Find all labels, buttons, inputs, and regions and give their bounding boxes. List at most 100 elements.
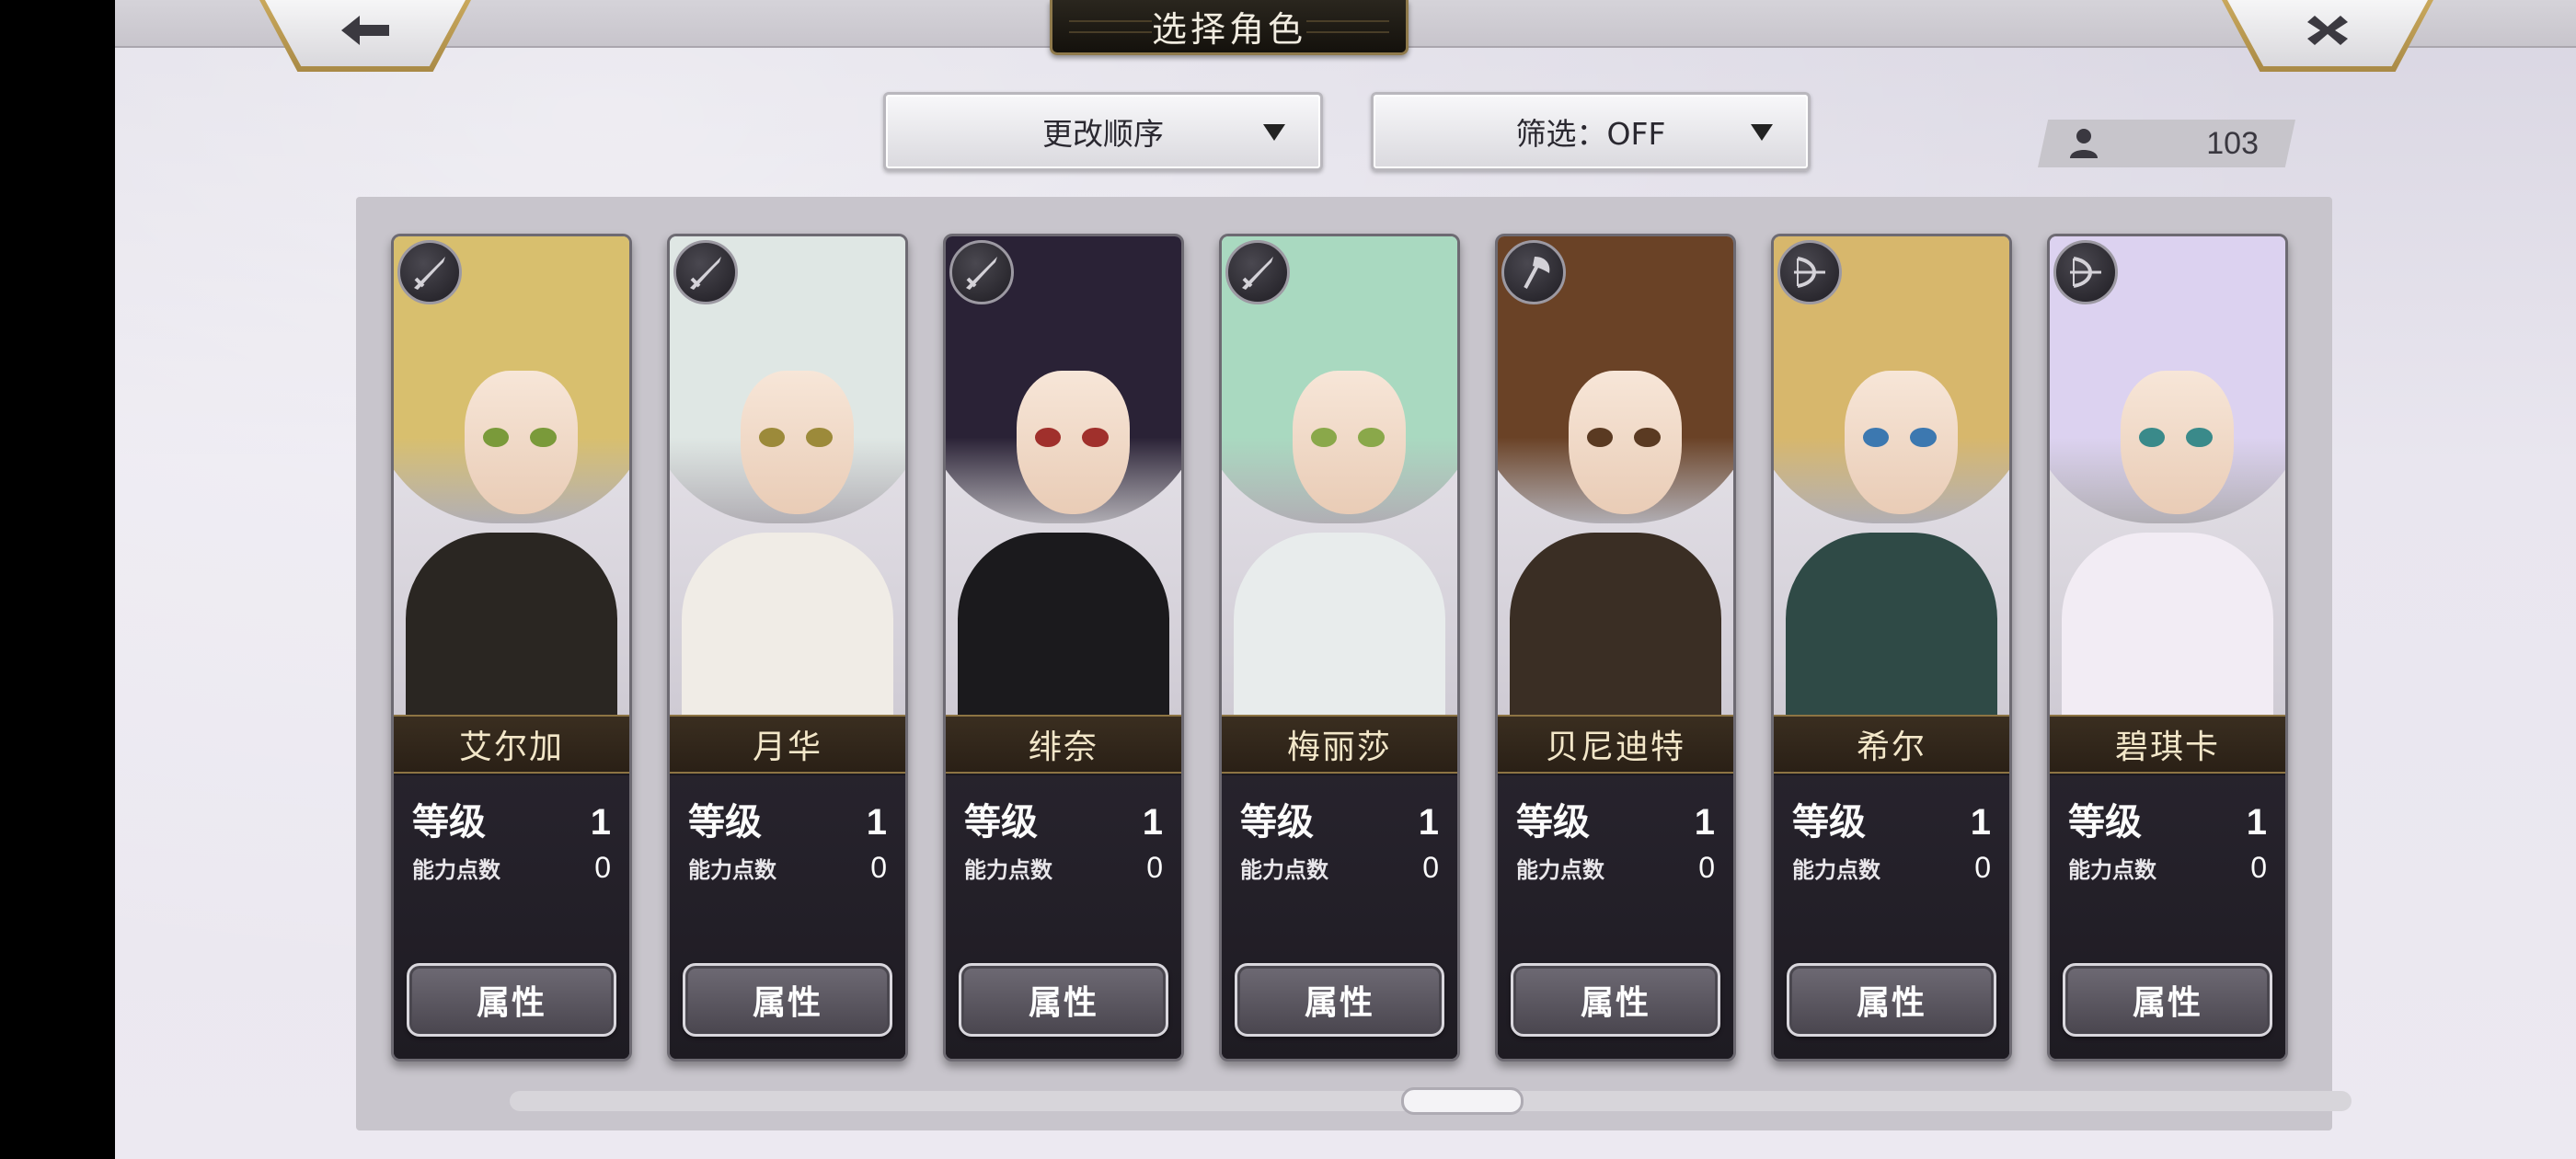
level-value: 1 (2246, 802, 2267, 843)
ability-points-label: 能力点数 (1516, 857, 1604, 883)
character-card[interactable]: 绯奈 等级 1 能力点数 0 属性 (943, 234, 1184, 1061)
back-button[interactable] (259, 0, 471, 72)
level-value: 1 (1418, 802, 1439, 843)
character-name: 贝尼迪特 (1545, 729, 1685, 766)
ability-points-value: 0 (1146, 851, 1163, 884)
attributes-button[interactable]: 属性 (683, 963, 892, 1037)
character-card[interactable]: 碧琪卡 等级 1 能力点数 0 属性 (2047, 234, 2288, 1061)
level-label: 等级 (412, 801, 486, 843)
attributes-button-label: 属性 (1304, 984, 1374, 1022)
attributes-button[interactable]: 属性 (1511, 963, 1720, 1037)
level-value: 1 (1970, 802, 1991, 843)
attributes-button[interactable]: 属性 (1787, 963, 1996, 1037)
character-name: 梅丽莎 (1286, 729, 1392, 766)
character-name: 艾尔加 (458, 729, 564, 766)
ability-points-value: 0 (2250, 851, 2267, 884)
title-plate: 选择角色 (1050, 0, 1409, 55)
character-portrait (670, 236, 905, 715)
stats-panel: 等级 1 能力点数 0 属性 (394, 775, 629, 1059)
stats-panel: 等级 1 能力点数 0 属性 (2050, 775, 2285, 1059)
ability-points-value: 0 (1422, 851, 1439, 884)
ability-points-label: 能力点数 (964, 857, 1052, 883)
stats-panel: 等级 1 能力点数 0 属性 (1498, 775, 1733, 1059)
attributes-button[interactable]: 属性 (1235, 963, 1444, 1037)
stats-panel: 等级 1 能力点数 0 属性 (1774, 775, 2009, 1059)
level-value: 1 (866, 802, 887, 843)
arrow-left-icon (341, 16, 389, 45)
character-list-panel: 艾尔加 等级 1 能力点数 0 属性 月华 等级 1 能力点数 0 属性 绯奈 … (356, 197, 2352, 1130)
scrollbar-thumb[interactable] (1401, 1087, 1524, 1115)
stats-panel: 等级 1 能力点数 0 属性 (946, 775, 1181, 1059)
axe-icon (1501, 240, 1566, 304)
character-portrait (1222, 236, 1457, 715)
ability-points-value: 0 (594, 851, 611, 884)
attributes-button-label: 属性 (1580, 984, 1650, 1022)
character-name: 希尔 (1856, 729, 1926, 766)
sort-dropdown[interactable]: 更改顺序 (883, 92, 1323, 171)
attributes-button-label: 属性 (476, 984, 546, 1022)
bow-icon (1777, 240, 1842, 304)
attributes-button[interactable]: 属性 (959, 963, 1168, 1037)
level-label: 等级 (2068, 801, 2142, 843)
character-card[interactable]: 希尔 等级 1 能力点数 0 属性 (1771, 234, 2012, 1061)
character-card[interactable]: 月华 等级 1 能力点数 0 属性 (667, 234, 908, 1061)
character-count-badge: 103 (2038, 120, 2295, 167)
level-label: 等级 (688, 801, 762, 843)
chevron-down-icon (1751, 124, 1773, 141)
attributes-button[interactable]: 属性 (2063, 963, 2272, 1037)
stats-panel: 等级 1 能力点数 0 属性 (1222, 775, 1457, 1059)
character-portrait (1774, 236, 2009, 715)
name-band: 梅丽莎 (1222, 715, 1457, 774)
attributes-button-label: 属性 (2132, 984, 2202, 1022)
level-value: 1 (1694, 802, 1715, 843)
level-label: 等级 (1240, 801, 1314, 843)
name-band: 希尔 (1774, 715, 2009, 774)
level-value: 1 (1142, 802, 1163, 843)
character-select-screen: 选择角色 更改顺序 筛选：OFF 103 艾尔加 等级 1 能力点数 0 属性 … (115, 0, 2576, 1159)
sword-icon (1225, 240, 1290, 304)
character-card[interactable]: 贝尼迪特 等级 1 能力点数 0 属性 (1495, 234, 1736, 1061)
person-icon (2070, 129, 2098, 158)
bow-icon (2053, 240, 2118, 304)
filter-dropdown[interactable]: 筛选：OFF (1371, 92, 1811, 171)
level-value: 1 (590, 802, 611, 843)
close-button[interactable] (2222, 0, 2433, 72)
chevron-down-icon (1263, 124, 1285, 141)
page-title: 选择角色 (1151, 9, 1306, 50)
ability-points-label: 能力点数 (688, 857, 776, 883)
name-band: 月华 (670, 715, 905, 774)
ability-points-value: 0 (1698, 851, 1715, 884)
close-icon (2307, 16, 2348, 45)
character-card[interactable]: 艾尔加 等级 1 能力点数 0 属性 (391, 234, 632, 1061)
character-portrait (946, 236, 1181, 715)
character-card[interactable]: 梅丽莎 等级 1 能力点数 0 属性 (1219, 234, 1460, 1061)
ability-points-label: 能力点数 (2068, 857, 2156, 883)
sword-icon (949, 240, 1014, 304)
character-portrait (1498, 236, 1733, 715)
filter-dropdown-label: 筛选：OFF (1515, 116, 1666, 152)
ability-points-label: 能力点数 (1240, 857, 1328, 883)
sword-icon (397, 240, 462, 304)
sort-dropdown-label: 更改顺序 (1042, 116, 1164, 152)
ability-points-label: 能力点数 (412, 857, 500, 883)
character-name: 碧琪卡 (2114, 729, 2220, 766)
sword-icon (673, 240, 738, 304)
character-name: 绯奈 (1028, 729, 1098, 766)
name-band: 绯奈 (946, 715, 1181, 774)
character-portrait (2050, 236, 2285, 715)
level-label: 等级 (1792, 801, 1866, 843)
name-band: 艾尔加 (394, 715, 629, 774)
character-count: 103 (2206, 125, 2259, 161)
ability-points-value: 0 (1974, 851, 1991, 884)
attributes-button[interactable]: 属性 (407, 963, 616, 1037)
attributes-button-label: 属性 (1856, 984, 1926, 1022)
level-label: 等级 (964, 801, 1038, 843)
ability-points-label: 能力点数 (1792, 857, 1880, 883)
character-name: 月华 (752, 729, 822, 766)
stats-panel: 等级 1 能力点数 0 属性 (670, 775, 905, 1059)
character-portrait (394, 236, 629, 715)
ability-points-value: 0 (870, 851, 887, 884)
name-band: 碧琪卡 (2050, 715, 2285, 774)
attributes-button-label: 属性 (1028, 984, 1098, 1022)
attributes-button-label: 属性 (752, 984, 822, 1022)
